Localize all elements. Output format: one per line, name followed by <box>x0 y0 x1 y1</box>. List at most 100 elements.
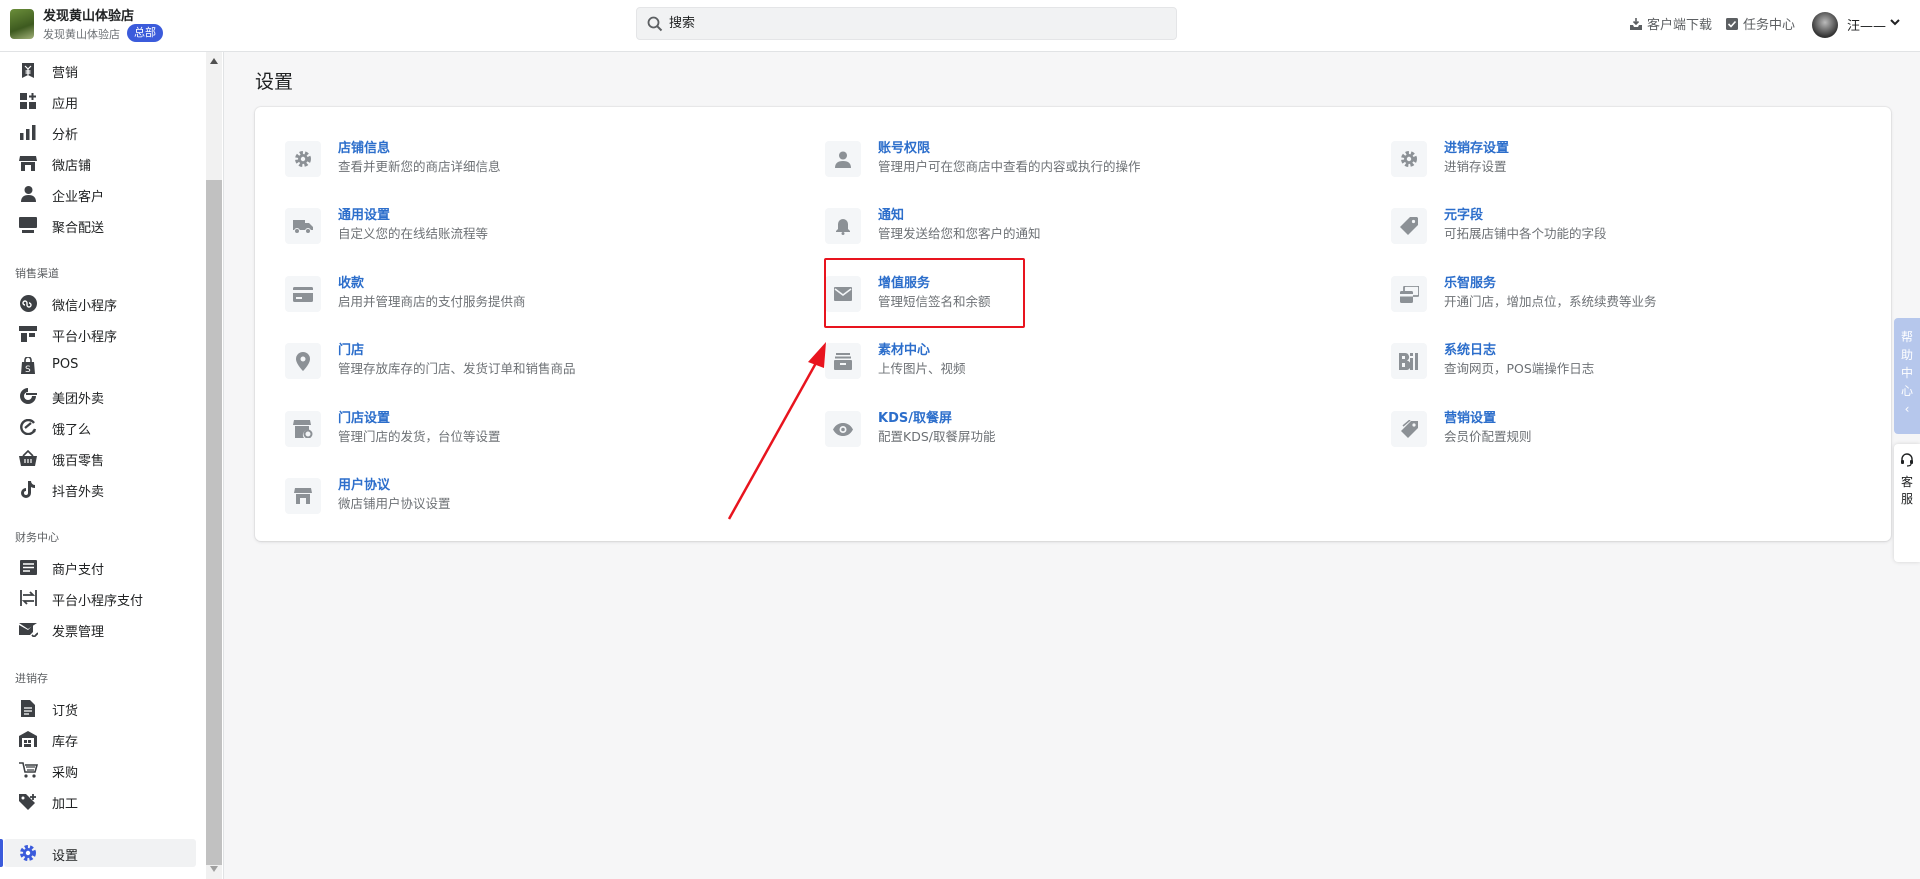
search-box[interactable] <box>636 7 1177 40</box>
purchase-icon <box>18 761 38 779</box>
setting-title[interactable]: 店铺信息 <box>338 137 390 156</box>
help-center-label: 帮助中心 <box>1901 330 1914 398</box>
setting-title[interactable]: 元字段 <box>1444 204 1483 223</box>
setting-title[interactable]: 营销设置 <box>1444 407 1496 426</box>
sidebar-item-invoice[interactable]: 发票管理 <box>0 615 196 643</box>
sidebar-item-analytics[interactable]: 分析 <box>0 118 196 146</box>
setting-title[interactable]: 门店 <box>338 339 364 358</box>
setting-title[interactable]: 素材中心 <box>878 339 930 358</box>
card-icon <box>285 276 321 312</box>
sidebar-item-label: 美团外卖 <box>52 392 105 407</box>
setting-payments[interactable]: 收款 启用并管理商店的支付服务提供商 <box>285 269 805 319</box>
setting-metafields[interactable]: 元字段 可拓展店铺中各个功能的字段 <box>1391 201 1911 251</box>
sidebar-group-title: 销售渠道 <box>15 267 59 280</box>
setting-kds-screen[interactable]: KDS/取餐屏 配置KDS/取餐屏功能 <box>825 404 1345 454</box>
sidebar-item-label: 微店铺 <box>52 159 92 174</box>
eleme-icon <box>18 418 38 436</box>
customer-service-tab[interactable]: 客服 <box>1894 444 1920 562</box>
setting-title[interactable]: 增值服务 <box>878 272 930 291</box>
sidebar-item-label: 企业客户 <box>52 190 105 205</box>
search-input[interactable] <box>669 8 1169 39</box>
sidebar-item-purchase[interactable]: 采购 <box>0 756 196 784</box>
setting-title[interactable]: KDS/取餐屏 <box>878 407 952 426</box>
sidebar-item-label: 饿百零售 <box>52 454 105 469</box>
setting-store-info[interactable]: 店铺信息 查看并更新您的商店详细信息 <box>285 134 805 184</box>
meituan-icon <box>18 387 38 405</box>
sidebar-item-label: 微信小程序 <box>52 299 118 314</box>
setting-general[interactable]: 通用设置 自定义您的在线结账流程等 <box>285 201 805 251</box>
help-center-tab[interactable]: 帮助中心 ‹ <box>1894 318 1920 434</box>
storefront-icon <box>285 478 321 514</box>
person-icon <box>825 141 861 177</box>
sidebar-item-merchant-pay[interactable]: 商户支付 <box>0 553 196 581</box>
tag-plus-icon <box>18 792 38 810</box>
setting-description: 会员价配置规则 <box>1444 429 1532 444</box>
location-pin-icon <box>285 343 321 379</box>
setting-description: 查看并更新您的商店详细信息 <box>338 159 501 174</box>
setting-title[interactable]: 进销存设置 <box>1444 137 1509 156</box>
client-download-link[interactable]: 客户端下载 <box>1629 14 1712 33</box>
sidebar-item-label: 分析 <box>52 128 79 143</box>
sidebar-item-processing[interactable]: 加工 <box>0 787 196 815</box>
setting-title[interactable]: 账号权限 <box>878 137 930 156</box>
setting-title[interactable]: 乐智服务 <box>1444 272 1496 291</box>
sidebar-item-settings[interactable]: 设置 <box>0 839 196 867</box>
sidebar-item-pos[interactable]: S POS <box>0 351 196 379</box>
scroll-down-arrow-icon[interactable] <box>210 866 218 872</box>
headquarters-badge: 总部 <box>127 24 163 42</box>
setting-inventory[interactable]: 进销存设置 进销存设置 <box>1391 134 1911 184</box>
sidebar-item-enterprise-customers[interactable]: 企业客户 <box>0 180 196 208</box>
sidebar-item-marketing[interactable]: 营销 <box>0 56 196 84</box>
setting-title[interactable]: 系统日志 <box>1444 339 1496 358</box>
sidebar-item-label: 订货 <box>52 704 79 719</box>
setting-title[interactable]: 通用设置 <box>338 204 390 223</box>
shop-name[interactable]: 发现黄山体验店 <box>43 5 134 24</box>
store-gear-icon <box>285 411 321 447</box>
sidebar-item-delivery[interactable]: 聚合配送 <box>0 211 196 239</box>
setting-description: 进销存设置 <box>1444 159 1507 174</box>
tag-icon <box>1391 208 1427 244</box>
sidebar-item-ebai-retail[interactable]: 饿百零售 <box>0 444 196 472</box>
sidebar-group-title: 财务中心 <box>15 531 59 544</box>
sidebar-item-meituan[interactable]: 美团外卖 <box>0 382 196 410</box>
sidebar-item-douyin[interactable]: 抖音外卖 <box>0 475 196 503</box>
sidebar-item-platform-pay[interactable]: 平台小程序支付 <box>0 584 196 612</box>
setting-description: 管理用户可在您商店中查看的内容或执行的操作 <box>878 159 1141 174</box>
sidebar-scroll-thumb[interactable] <box>206 180 222 865</box>
setting-material-center[interactable]: 素材中心 上传图片、视频 <box>825 336 1345 386</box>
setting-value-added-services[interactable]: 增值服务 管理短信签名和余额 <box>825 269 1345 319</box>
setting-description: 管理发送给您和您客户的通知 <box>878 226 1041 241</box>
user-avatar[interactable] <box>1812 12 1838 38</box>
sidebar-item-apps[interactable]: 应用 <box>0 87 196 115</box>
setting-title[interactable]: 门店设置 <box>338 407 390 426</box>
scroll-up-arrow-icon[interactable] <box>210 58 218 64</box>
basket-icon <box>18 449 38 467</box>
setting-title[interactable]: 用户协议 <box>338 474 390 493</box>
sidebar-item-wechat-mini[interactable]: 微信小程序 <box>0 289 196 317</box>
gear-icon <box>285 141 321 177</box>
setting-description: 管理门店的发货，台位等设置 <box>338 429 501 444</box>
setting-lezhi-services[interactable]: 乐智服务 开通门店，增加点位，系统续费等业务 <box>1391 269 1911 319</box>
sidebar-item-inventory[interactable]: 库存 <box>0 725 196 753</box>
user-name[interactable]: 汪—— <box>1847 15 1886 34</box>
gear-icon <box>1391 141 1427 177</box>
setting-title[interactable]: 收款 <box>338 272 364 291</box>
sidebar-item-eleme[interactable]: 饿了么 <box>0 413 196 441</box>
task-center-label: 任务中心 <box>1743 18 1796 33</box>
setting-system-logs[interactable]: 系统日志 查询网页，POS端操作日志 <box>1391 336 1911 386</box>
setting-marketing[interactable]: 营销设置 会员价配置规则 <box>1391 404 1911 454</box>
checkbox-icon <box>1726 17 1738 30</box>
sidebar-item-micro-store[interactable]: 微店铺 <box>0 149 196 177</box>
warehouse-icon <box>18 730 38 748</box>
shop-logo[interactable] <box>10 9 34 39</box>
mini-program-icon <box>18 294 38 312</box>
setting-account-permissions[interactable]: 账号权限 管理用户可在您商店中查看的内容或执行的操作 <box>825 134 1345 184</box>
log-icon <box>1391 343 1427 379</box>
sidebar-item-ordering[interactable]: 订货 <box>0 694 196 722</box>
task-center-link[interactable]: 任务中心 <box>1725 14 1795 33</box>
tags-icon <box>1391 411 1427 447</box>
setting-notifications[interactable]: 通知 管理发送给您和您客户的通知 <box>825 201 1345 251</box>
sidebar-item-platform-mini[interactable]: 平台小程序 <box>0 320 196 348</box>
setting-title[interactable]: 通知 <box>878 204 904 223</box>
chevron-down-icon[interactable] <box>1889 16 1901 28</box>
